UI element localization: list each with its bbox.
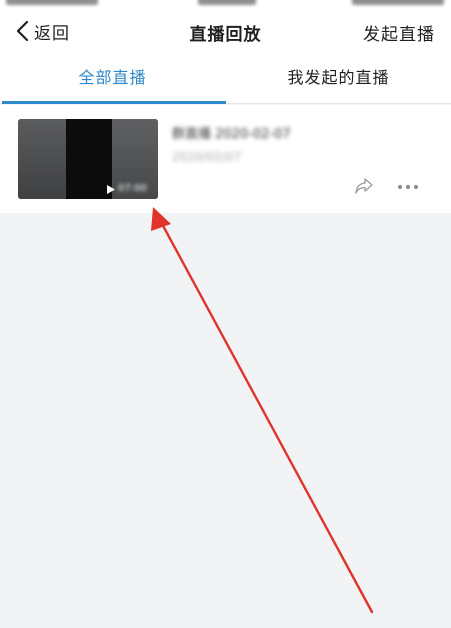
status-carrier-text <box>6 0 98 5</box>
tab-my-lives[interactable]: 我发起的直播 <box>226 54 451 104</box>
replay-list: 07:00 群直播 2020-02-07 2020/02/07 <box>0 105 451 213</box>
status-bar <box>0 0 451 8</box>
share-icon[interactable] <box>354 177 374 195</box>
video-duration: 07:00 <box>118 183 147 194</box>
navigation-bar: 返回 直播回放 发起直播 <box>0 8 451 54</box>
live-replay-screen: 返回 直播回放 发起直播 全部直播 我发起的直播 07:00 群直播 2020-… <box>0 0 451 628</box>
status-battery-icons <box>352 0 444 5</box>
start-live-button[interactable]: 发起直播 <box>363 20 435 45</box>
active-tab-indicator <box>2 101 226 104</box>
tab-all-lives[interactable]: 全部直播 <box>0 54 225 104</box>
replay-title: 群直播 2020-02-07 <box>172 127 291 142</box>
tab-bar: 全部直播 我发起的直播 <box>0 54 451 104</box>
status-time <box>198 0 256 5</box>
play-icon <box>107 185 115 194</box>
list-item[interactable]: 07:00 群直播 2020-02-07 2020/02/07 <box>0 105 451 213</box>
replay-date: 2020/02/07 <box>172 150 242 164</box>
more-icon[interactable] <box>397 184 419 190</box>
video-thumbnail[interactable]: 07:00 <box>18 119 158 199</box>
